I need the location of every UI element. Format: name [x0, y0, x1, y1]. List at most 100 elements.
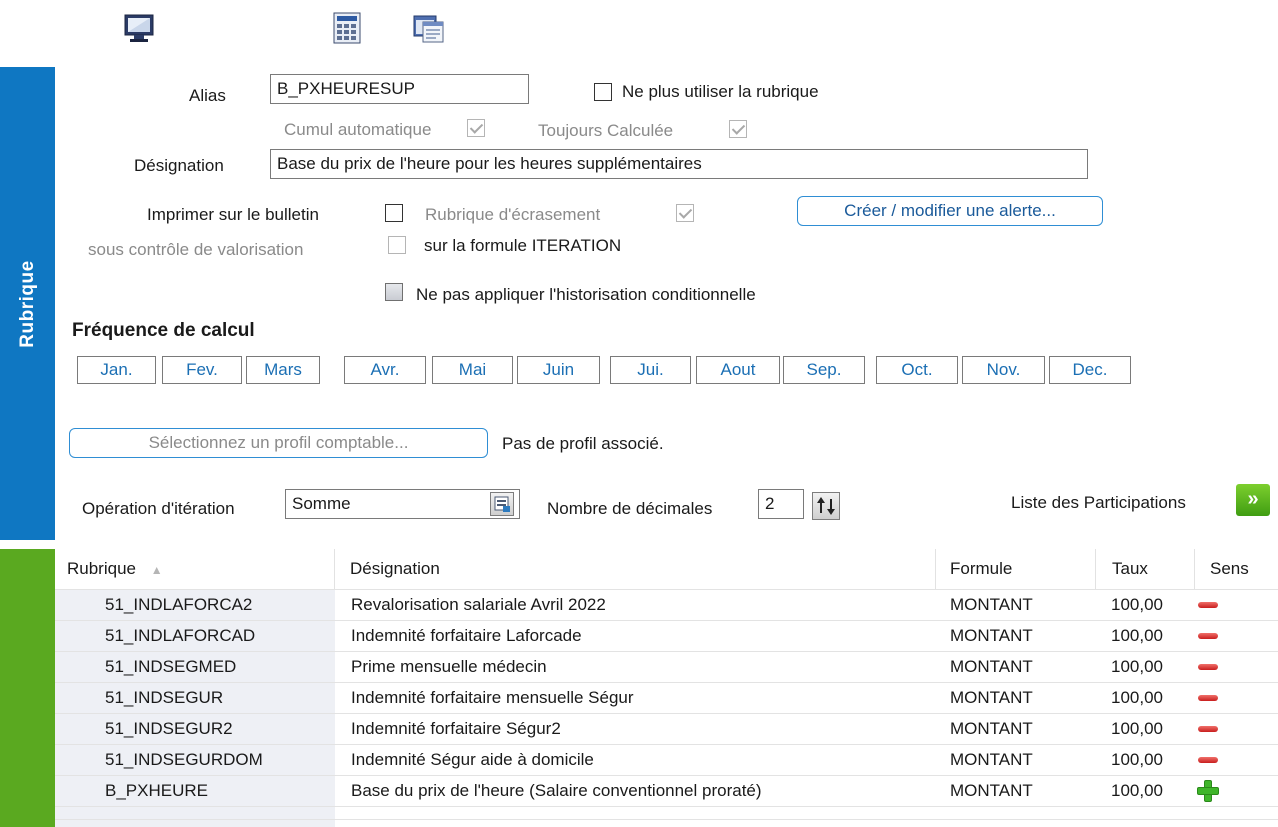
- participations-side-band: [0, 549, 55, 827]
- cell-formule: MONTANT: [950, 626, 1033, 645]
- always-calc-label: Toujours Calculée: [538, 121, 674, 140]
- frequency-title: Fréquence de calcul: [72, 320, 255, 341]
- cell-taux: 100,00: [1111, 719, 1163, 738]
- cell-formule: MONTANT: [950, 595, 1033, 614]
- column-header-designation[interactable]: Désignation: [350, 549, 440, 589]
- minus-icon[interactable]: [1198, 695, 1218, 701]
- cell-formule: MONTANT: [950, 750, 1033, 769]
- cell-formule: MONTANT: [950, 781, 1033, 800]
- iteration-op-input[interactable]: Somme: [285, 489, 520, 519]
- month-nov-button[interactable]: Nov.: [961, 355, 1046, 385]
- cell-taux: 100,00: [1111, 688, 1163, 707]
- no-history-label: Ne pas appliquer l'historisation conditi…: [416, 285, 756, 304]
- override-checkbox[interactable]: [676, 204, 694, 222]
- column-header-formule[interactable]: Formule: [950, 549, 1012, 589]
- cell-taux: 100,00: [1111, 781, 1163, 800]
- spinner-icon[interactable]: [812, 492, 840, 520]
- month-may-button[interactable]: Mai: [431, 355, 514, 385]
- row-divider: [55, 806, 1278, 807]
- month-mar-button[interactable]: Mars: [245, 355, 321, 385]
- month-jan-button[interactable]: Jan.: [76, 355, 157, 385]
- cell-designation: Indemnité forfaitaire Ségur2: [351, 719, 561, 738]
- side-tab-label: Rubrique: [16, 259, 38, 348]
- column-separator[interactable]: [1095, 549, 1096, 589]
- designation-label: Désignation: [134, 156, 224, 175]
- iteration-op-label: Opération d'itération: [82, 499, 235, 518]
- profile-status: Pas de profil associé.: [502, 434, 664, 453]
- column-header-taux[interactable]: Taux: [1112, 549, 1148, 589]
- sort-ascending-icon: ▲: [150, 563, 163, 577]
- cell-rubrique: 51_INDLAFORCAD: [105, 626, 256, 645]
- cell-rubrique: B_PXHEURE: [105, 781, 208, 800]
- cell-designation: Indemnité forfaitaire Laforcade: [351, 626, 582, 645]
- list-picker-icon[interactable]: [490, 492, 514, 516]
- minus-icon[interactable]: [1198, 602, 1218, 608]
- month-jul-button[interactable]: Jui.: [609, 355, 692, 385]
- decimals-label: Nombre de décimales: [547, 499, 713, 518]
- column-separator[interactable]: [334, 549, 335, 589]
- rubrique-side-tab: Rubrique: [0, 67, 55, 540]
- minus-icon[interactable]: [1198, 726, 1218, 732]
- row-divider: [55, 713, 1278, 714]
- column-separator[interactable]: [935, 549, 936, 589]
- minus-icon[interactable]: [1198, 664, 1218, 670]
- cell-designation: Prime mensuelle médecin: [351, 657, 547, 676]
- cell-rubrique: 51_INDSEGURDOM: [105, 750, 263, 769]
- month-aug-button[interactable]: Aout: [695, 355, 781, 385]
- alias-input[interactable]: B_PXHEURESUP: [270, 74, 529, 104]
- cell-formule: MONTANT: [950, 688, 1033, 707]
- minus-icon[interactable]: [1198, 757, 1218, 763]
- no-longer-use-label: Ne plus utiliser la rubrique: [622, 82, 819, 101]
- cell-designation: Indemnité Ségur aide à domicile: [351, 750, 594, 769]
- month-jun-button[interactable]: Juin: [516, 355, 601, 385]
- month-feb-button[interactable]: Fev.: [161, 355, 243, 385]
- always-calc-checkbox[interactable]: [729, 120, 747, 138]
- participations-grid: Rubrique ▲ Désignation Formule Taux Sens…: [55, 549, 1278, 827]
- override-label: Rubrique d'écrasement: [425, 205, 601, 224]
- cell-taux: 100,00: [1111, 626, 1163, 645]
- print-checkbox[interactable]: [385, 204, 403, 222]
- no-longer-use-checkbox[interactable]: [594, 83, 612, 101]
- cell-taux: 100,00: [1111, 595, 1163, 614]
- row-divider: [55, 819, 1278, 820]
- print-label: Imprimer sur le bulletin: [147, 205, 319, 224]
- control-checkbox[interactable]: [388, 236, 406, 254]
- month-apr-button[interactable]: Avr.: [343, 355, 427, 385]
- month-dec-button[interactable]: Dec.: [1048, 355, 1132, 385]
- plus-icon[interactable]: [1197, 780, 1219, 802]
- cumul-auto-label: Cumul automatique: [284, 120, 432, 139]
- alias-label: Alias: [189, 86, 226, 105]
- month-oct-button[interactable]: Oct.: [875, 355, 959, 385]
- alert-button[interactable]: Créer / modifier une alerte...: [797, 196, 1103, 226]
- row-divider: [55, 682, 1278, 683]
- calculator-icon[interactable]: [331, 12, 367, 44]
- month-sep-button[interactable]: Sep.: [782, 355, 866, 385]
- decimals-input[interactable]: 2: [758, 489, 804, 519]
- control-label: sous contrôle de valorisation: [88, 240, 304, 259]
- window-icon[interactable]: [412, 12, 448, 44]
- designation-input[interactable]: Base du prix de l'heure pour les heures …: [270, 149, 1088, 179]
- column-separator[interactable]: [1194, 549, 1195, 589]
- monitor-icon[interactable]: [122, 12, 158, 44]
- cell-rubrique: 51_INDSEGUR: [105, 688, 224, 707]
- participations-label: Liste des Participations: [1011, 493, 1186, 512]
- column-header-rubrique[interactable]: Rubrique ▲: [67, 549, 163, 589]
- cell-formule: MONTANT: [950, 657, 1033, 676]
- no-history-checkbox[interactable]: [385, 283, 403, 301]
- column-header-sens[interactable]: Sens: [1210, 549, 1249, 589]
- cell-designation: Base du prix de l'heure (Salaire convent…: [351, 781, 762, 800]
- cell-formule: MONTANT: [950, 719, 1033, 738]
- minus-icon[interactable]: [1198, 633, 1218, 639]
- cell-designation: Revalorisation salariale Avril 2022: [351, 595, 606, 614]
- column-header-rubrique-text: Rubrique: [67, 559, 136, 578]
- cell-taux: 100,00: [1111, 657, 1163, 676]
- row-divider: [55, 651, 1278, 652]
- iteration-formula-label: sur la formule ITERATION: [424, 236, 622, 255]
- select-profile-button[interactable]: Sélectionnez un profil comptable...: [69, 428, 488, 458]
- cell-rubrique: 51_INDLAFORCA2: [105, 595, 253, 614]
- cell-rubrique: 51_INDSEGMED: [105, 657, 237, 676]
- cell-rubrique: 51_INDSEGUR2: [105, 719, 233, 738]
- cell-taux: 100,00: [1111, 750, 1163, 769]
- participations-next-button[interactable]: »: [1236, 484, 1270, 516]
- cumul-auto-checkbox[interactable]: [467, 119, 485, 137]
